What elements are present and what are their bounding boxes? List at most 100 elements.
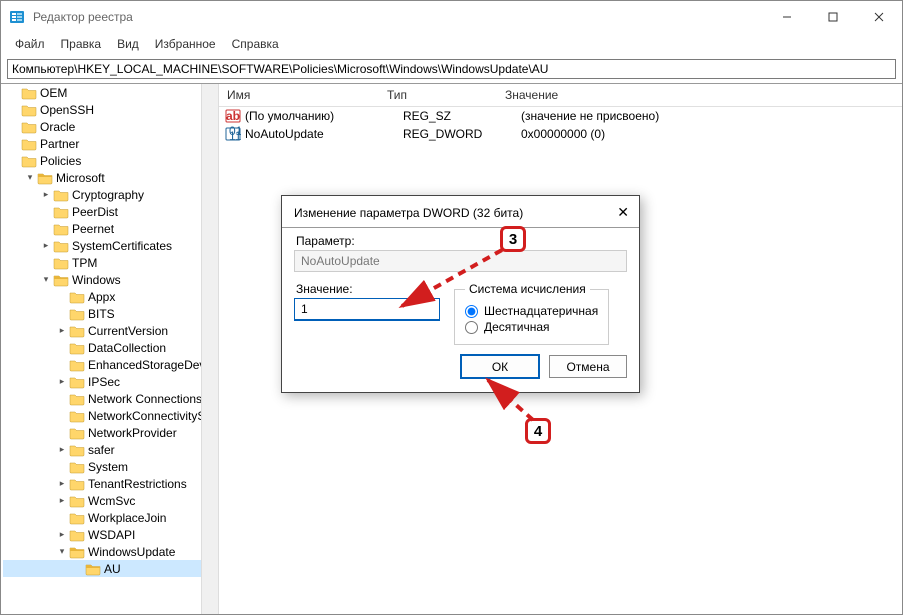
tree-item[interactable]: Partner (3, 135, 218, 152)
tree-label: WindowsUpdate (88, 545, 175, 559)
minimize-button[interactable] (764, 1, 810, 33)
radio-dec[interactable]: Десятичная (465, 320, 598, 334)
tree-item[interactable]: NetworkProvider (3, 424, 218, 441)
tree-label: Peernet (72, 222, 114, 236)
tree-twisty[interactable]: ▸ (55, 478, 69, 489)
radio-hex[interactable]: Шестнадцатеричная (465, 304, 598, 318)
tree-item[interactable]: ▸ IPSec (3, 373, 218, 390)
tree-twisty[interactable]: ▾ (55, 546, 69, 557)
value-icon: ab (225, 108, 241, 124)
tree-item[interactable]: DataCollection (3, 339, 218, 356)
folder-icon (69, 460, 85, 474)
tree-item[interactable]: OEM (3, 84, 218, 101)
tree-item[interactable]: ▸ safer (3, 441, 218, 458)
dialog-title-text: Изменение параметра DWORD (32 бита) (294, 206, 523, 220)
menu-edit[interactable]: Правка (53, 35, 110, 53)
cancel-button[interactable]: Отмена (549, 355, 627, 378)
column-type[interactable]: Тип (379, 85, 497, 105)
tree-twisty[interactable]: ▾ (23, 172, 37, 183)
tree-item[interactable]: Network Connections (3, 390, 218, 407)
tree-twisty[interactable]: ▸ (39, 189, 53, 200)
tree-item[interactable]: ▾ WindowsUpdate (3, 543, 218, 560)
tree-item[interactable]: ▸ WcmSvc (3, 492, 218, 509)
close-button[interactable] (856, 1, 902, 33)
maximize-button[interactable] (810, 1, 856, 33)
folder-icon (69, 324, 85, 338)
tree-item[interactable]: ▸ TenantRestrictions (3, 475, 218, 492)
tree-item[interactable]: ▸ WSDAPI (3, 526, 218, 543)
tree-item[interactable]: BITS (3, 305, 218, 322)
tree-label: Windows (72, 273, 121, 287)
tree-item[interactable]: WorkplaceJoin (3, 509, 218, 526)
list-row[interactable]: 011 110 NoAutoUpdate REG_DWORD 0x0000000… (219, 125, 902, 143)
tree-label: WSDAPI (88, 528, 135, 542)
tree-label: Oracle (40, 120, 75, 134)
menu-view[interactable]: Вид (109, 35, 147, 53)
ok-button[interactable]: ОК (461, 355, 539, 378)
tree-twisty[interactable]: ▸ (55, 325, 69, 336)
tree-item[interactable]: ▸ CurrentVersion (3, 322, 218, 339)
dialog-close-button[interactable]: ✕ (617, 204, 629, 221)
list-row[interactable]: ab (По умолчанию) REG_SZ (значение не пр… (219, 107, 902, 125)
window-title: Редактор реестра (33, 10, 764, 24)
menu-help[interactable]: Справка (224, 35, 287, 53)
column-value[interactable]: Значение (497, 85, 902, 105)
folder-icon (53, 205, 69, 219)
tree-label: NetworkProvider (88, 426, 177, 440)
base-fieldset: Система исчисления Шестнадцатеричная Дес… (454, 282, 609, 345)
tree-item[interactable]: Policies (3, 152, 218, 169)
tree-item[interactable]: ▾ Microsoft (3, 169, 218, 186)
tree-item[interactable]: EnhancedStorageDevices (3, 356, 218, 373)
tree-label: Partner (40, 137, 79, 151)
tree-twisty[interactable]: ▸ (55, 495, 69, 506)
dialog-titlebar[interactable]: Изменение параметра DWORD (32 бита) ✕ (282, 196, 639, 227)
tree-item[interactable]: PeerDist (3, 203, 218, 220)
folder-icon (37, 171, 53, 185)
tree-item[interactable]: OpenSSH (3, 101, 218, 118)
tree-item[interactable]: Peernet (3, 220, 218, 237)
value-label: Значение: (296, 282, 440, 296)
tree-item[interactable]: Appx (3, 288, 218, 305)
radio-dec-input[interactable] (465, 321, 478, 334)
tree-item[interactable]: ▸ Cryptography (3, 186, 218, 203)
folder-icon (69, 375, 85, 389)
tree-item[interactable]: AU (3, 560, 218, 577)
folder-icon (53, 256, 69, 270)
column-name[interactable]: Имя (219, 85, 379, 105)
folder-icon (69, 477, 85, 491)
tree-label: IPSec (88, 375, 120, 389)
tree-twisty[interactable]: ▸ (55, 376, 69, 387)
folder-icon (69, 341, 85, 355)
tree-twisty[interactable]: ▸ (39, 240, 53, 251)
tree-twisty[interactable]: ▾ (39, 274, 53, 285)
tree-label: BITS (88, 307, 115, 321)
tree-twisty[interactable]: ▸ (55, 529, 69, 540)
radio-hex-input[interactable] (465, 305, 478, 318)
edit-dword-dialog: Изменение параметра DWORD (32 бита) ✕ Па… (281, 195, 640, 393)
menubar: Файл Правка Вид Избранное Справка (1, 33, 902, 57)
tree-label: NetworkConnectivityStat (88, 409, 219, 423)
tree-item[interactable]: NetworkConnectivityStat (3, 407, 218, 424)
tree-twisty[interactable]: ▸ (55, 444, 69, 455)
cell-name: (По умолчанию) (245, 109, 395, 123)
tree-item[interactable]: ▸ SystemCertificates (3, 237, 218, 254)
menu-file[interactable]: Файл (7, 35, 53, 53)
folder-icon (21, 120, 37, 134)
value-input[interactable] (294, 298, 440, 321)
svg-text:ab: ab (226, 109, 240, 123)
menu-favorites[interactable]: Избранное (147, 35, 224, 53)
cell-type: REG_DWORD (395, 127, 513, 141)
param-label: Параметр: (296, 234, 627, 248)
tree-label: DataCollection (88, 341, 166, 355)
address-bar[interactable]: Компьютер\HKEY_LOCAL_MACHINE\SOFTWARE\Po… (7, 59, 896, 79)
tree-item[interactable]: System (3, 458, 218, 475)
cell-value: (значение не присвоено) (513, 109, 902, 123)
svg-text:110: 110 (229, 129, 241, 142)
tree-scrollbar[interactable] (201, 84, 218, 614)
tree-item[interactable]: ▾ Windows (3, 271, 218, 288)
tree-pane[interactable]: OEM OpenSSH Oracle Partner Policies▾ Mic… (1, 84, 219, 614)
tree-label: Microsoft (56, 171, 105, 185)
tree-item[interactable]: TPM (3, 254, 218, 271)
cell-name: NoAutoUpdate (245, 127, 395, 141)
tree-item[interactable]: Oracle (3, 118, 218, 135)
